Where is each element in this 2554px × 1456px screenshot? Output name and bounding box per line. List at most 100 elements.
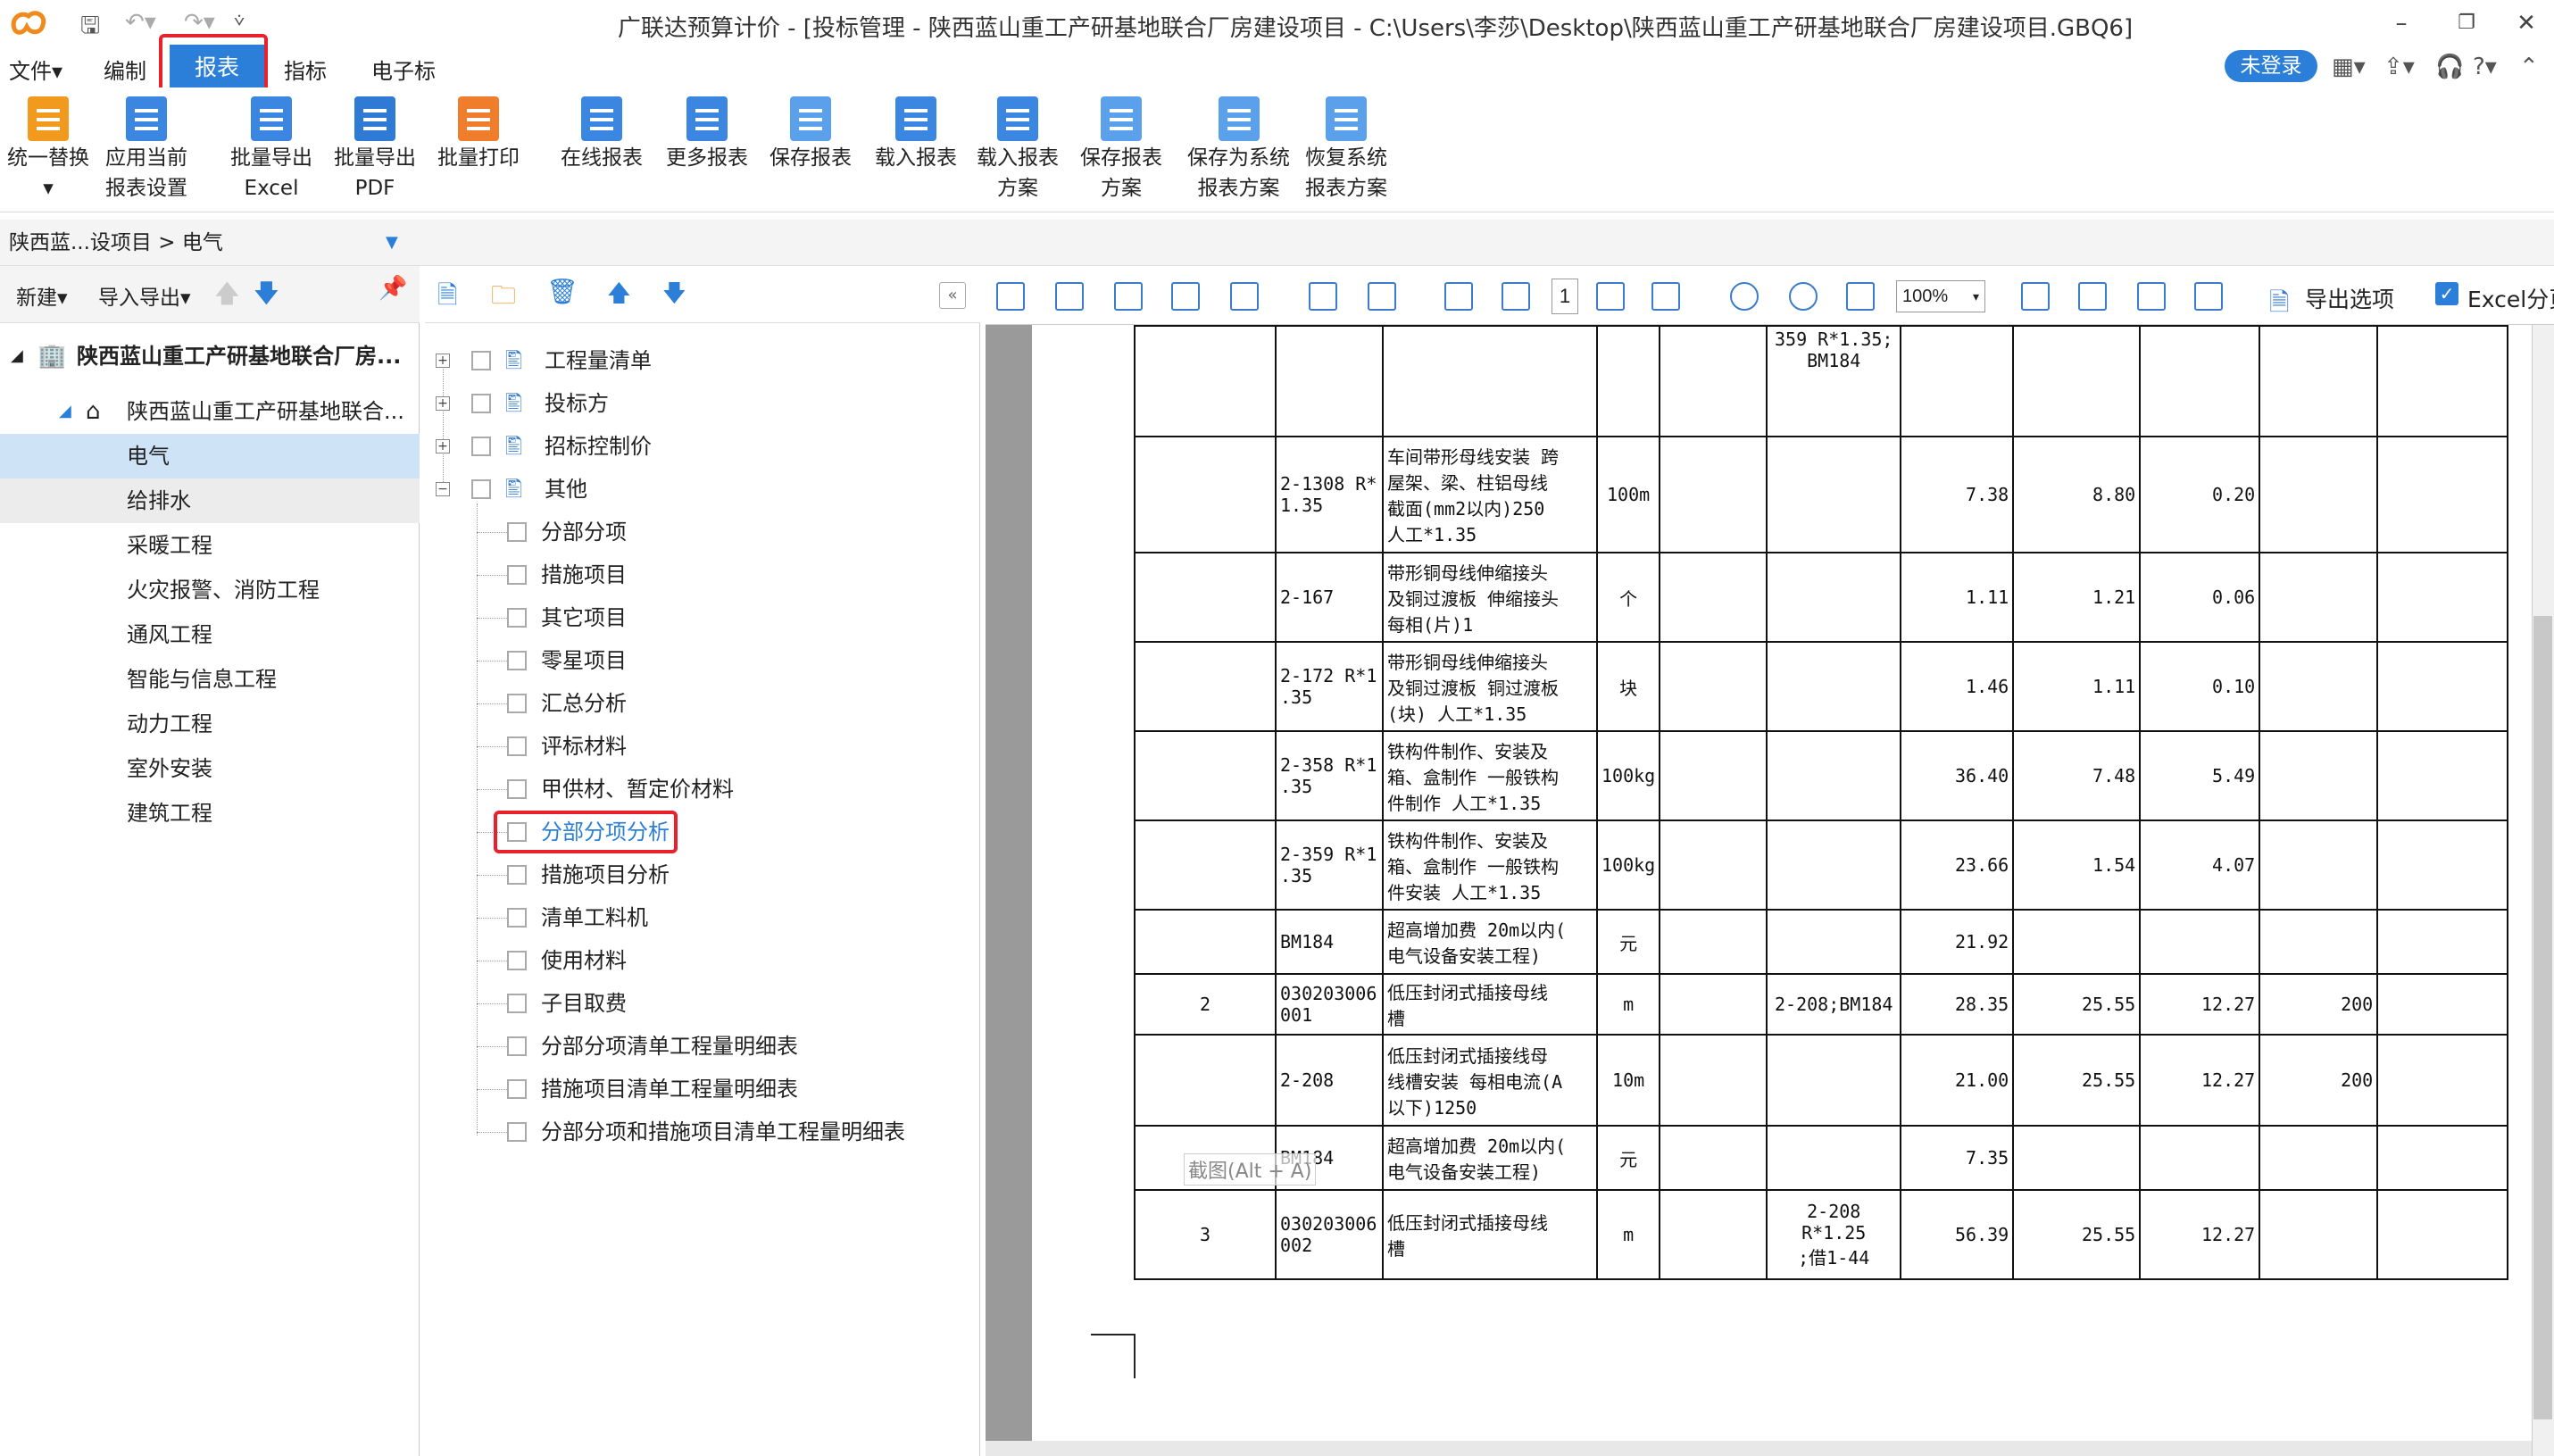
headset-icon[interactable]: 🎧	[2435, 54, 2464, 80]
tree-subproject[interactable]: ◢ ⌂ 陕西蓝山重工产研基地联合...	[0, 389, 420, 434]
report-item-2[interactable]: 其它项目	[505, 596, 969, 639]
report-item-10[interactable]: 使用材料	[505, 939, 969, 982]
breadcrumb-dropdown-icon[interactable]: ▼	[386, 220, 398, 266]
ribbon-button-4[interactable]: 批量打印	[437, 96, 520, 173]
report-item-13[interactable]: 措施项目清单工程量明细表	[505, 1068, 969, 1111]
collapse-icon[interactable]: −	[436, 482, 450, 496]
single-page-icon[interactable]	[1309, 282, 1337, 311]
ribbon-button-8[interactable]: 载入报表	[875, 96, 957, 173]
page-number-input[interactable]: 1	[1552, 279, 1578, 314]
checkbox[interactable]	[507, 865, 527, 885]
checkbox[interactable]	[507, 1079, 527, 1099]
tree-item-6[interactable]: 动力工程	[0, 702, 420, 746]
layout-grid-icon[interactable]: ▦▾	[2332, 54, 2366, 80]
move-down-icon[interactable]: 🡇	[254, 275, 279, 318]
ribbon-button-6[interactable]: 更多报表	[666, 96, 748, 173]
minimize-button[interactable]: –	[2375, 5, 2428, 41]
pin-icon[interactable]: 📌	[379, 275, 407, 302]
zoom-select[interactable]: 100% ▾	[1896, 280, 1985, 312]
checkbox[interactable]	[507, 736, 527, 756]
report-group-3[interactable]: − 🖺 其他	[434, 468, 952, 511]
checkbox[interactable]	[507, 779, 527, 799]
report-item-14[interactable]: 分部分项和措施项目清单工程量明细表	[505, 1111, 969, 1153]
checkbox[interactable]	[507, 522, 527, 542]
ribbon-button-3[interactable]: 批量导出 PDF	[334, 96, 416, 204]
ribbon-button-11[interactable]: 保存为系统 报表方案	[1187, 96, 1290, 204]
tree-item-7[interactable]: 室外安装	[0, 746, 420, 791]
help-icon[interactable]: ?▾	[2473, 54, 2497, 80]
print-icon[interactable]	[1230, 282, 1259, 311]
checkbox[interactable]	[471, 394, 491, 413]
add-folder-icon[interactable]: 🗀	[491, 277, 516, 320]
login-button[interactable]: 未登录	[2225, 50, 2317, 82]
menu-ebid[interactable]: 电子标	[371, 54, 436, 85]
report-item-9[interactable]: 清单工料机	[505, 896, 969, 939]
tree-item-5[interactable]: 智能与信息工程	[0, 657, 420, 702]
checkbox[interactable]	[507, 994, 527, 1013]
collapse-panel-icon[interactable]: «	[939, 282, 966, 309]
page-setup-icon[interactable]	[1171, 282, 1200, 311]
first-page-icon[interactable]	[1444, 282, 1473, 311]
ribbon-button-12[interactable]: 恢复系统 报表方案	[1305, 96, 1387, 204]
collapse-arrow-icon[interactable]: ◢	[11, 334, 23, 379]
checkbox[interactable]	[507, 908, 527, 928]
report-item-0[interactable]: 分部分项	[505, 511, 969, 553]
edit-icon[interactable]	[996, 282, 1025, 311]
report-item-3[interactable]: 零星项目	[505, 639, 969, 682]
tree-item-1[interactable]: 给排水	[0, 478, 420, 523]
expand-icon[interactable]: +	[436, 354, 450, 368]
zoom-out-icon[interactable]	[1789, 282, 1818, 311]
checkbox[interactable]	[507, 951, 527, 970]
report-item-1[interactable]: 措施项目	[505, 553, 969, 596]
upload-icon[interactable]: ⇪▾	[2383, 54, 2415, 80]
export-options-button[interactable]: 导出选项	[2305, 282, 2394, 314]
checkbox[interactable]	[507, 608, 527, 628]
ribbon-button-9[interactable]: 载入报表 方案	[977, 96, 1059, 204]
multi-page-icon[interactable]	[1368, 282, 1396, 311]
export-excel-icon[interactable]	[2078, 282, 2107, 311]
move-up-report-icon[interactable]: 🡅	[607, 277, 631, 316]
ribbon-button-5[interactable]: 在线报表	[561, 96, 643, 173]
report-item-4[interactable]: 汇总分析	[505, 682, 969, 725]
background-icon[interactable]	[1114, 282, 1143, 311]
checkbox[interactable]	[471, 437, 491, 456]
breadcrumb[interactable]: 陕西蓝...设项目 > 电气 ▼	[0, 220, 420, 266]
checkbox[interactable]	[471, 351, 491, 370]
copy-icon[interactable]	[2137, 282, 2166, 311]
report-item-5[interactable]: 评标材料	[505, 725, 969, 768]
ribbon-button-0[interactable]: 统一替换 ▾	[7, 96, 89, 204]
checkbox[interactable]	[507, 1036, 527, 1056]
move-down-report-icon[interactable]: 🡇	[662, 277, 686, 316]
prev-page-icon[interactable]	[1502, 282, 1530, 311]
checkbox[interactable]	[471, 479, 491, 499]
ribbon-button-7[interactable]: 保存报表	[770, 96, 852, 173]
report-item-12[interactable]: 分部分项清单工程量明细表	[505, 1025, 969, 1068]
menu-file[interactable]: 文件▾	[9, 54, 62, 85]
tree-project-root[interactable]: ◢ 🏢 陕西蓝山重工产研基地联合厂房...	[0, 334, 420, 379]
export-pdf-icon[interactable]	[2194, 282, 2223, 311]
last-page-icon[interactable]	[1651, 282, 1680, 311]
next-page-icon[interactable]	[1596, 282, 1625, 311]
tree-item-0[interactable]: 电气	[0, 434, 420, 478]
new-button[interactable]: 新建▾	[16, 280, 68, 311]
tree-item-8[interactable]: 建筑工程	[0, 791, 420, 836]
report-group-0[interactable]: + 🖺 工程量清单	[434, 339, 952, 382]
design-icon[interactable]	[1055, 282, 1084, 311]
restore-button[interactable]: ❐	[2440, 5, 2493, 41]
collapse-ribbon-icon[interactable]: ⌃	[2519, 54, 2539, 80]
zoom-in-icon[interactable]	[1730, 282, 1759, 311]
delete-icon[interactable]: 🗑	[546, 277, 578, 306]
tree-item-4[interactable]: 通风工程	[0, 612, 420, 657]
export-icon[interactable]	[2021, 282, 2050, 311]
report-item-6[interactable]: 甲供材、暂定价材料	[505, 768, 969, 811]
scrollbar-thumb[interactable]	[2533, 616, 2552, 1419]
import-export-button[interactable]: 导入导出▾	[98, 280, 191, 311]
fit-width-icon[interactable]	[1846, 282, 1875, 311]
report-group-2[interactable]: + 🖺 招标控制价	[434, 425, 952, 468]
checkbox[interactable]	[507, 694, 527, 713]
expand-icon[interactable]: +	[436, 396, 450, 411]
tree-item-3[interactable]: 火灾报警、消防工程	[0, 568, 420, 612]
ribbon-button-2[interactable]: 批量导出 Excel	[230, 96, 312, 204]
report-item-11[interactable]: 子目取费	[505, 982, 969, 1025]
checkbox[interactable]	[507, 565, 527, 585]
